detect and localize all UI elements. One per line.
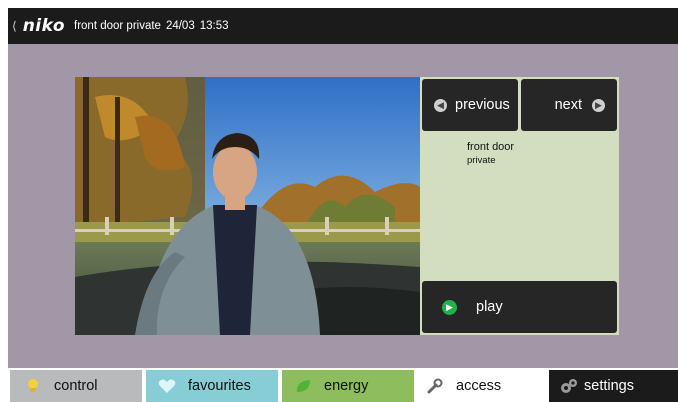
tab-access[interactable]: access bbox=[418, 370, 549, 402]
tab-energy-label: energy bbox=[324, 378, 369, 394]
tab-settings[interactable]: settings bbox=[549, 370, 678, 402]
tab-access-label: access bbox=[456, 378, 502, 394]
tab-favourites-label: favourites bbox=[188, 378, 251, 394]
camera-feed-picture bbox=[75, 77, 420, 335]
chevron-right-circle-icon: ▶ bbox=[592, 98, 605, 112]
tab-control-label: control bbox=[54, 378, 98, 394]
play-icon: ▶ bbox=[442, 299, 457, 315]
camera-name: front door bbox=[467, 141, 515, 153]
page-title: front door private bbox=[74, 20, 161, 32]
tab-settings-label: settings bbox=[584, 378, 634, 394]
tab-control[interactable]: control bbox=[10, 370, 142, 402]
next-button[interactable]: next ▶ bbox=[521, 79, 617, 131]
gears-icon bbox=[559, 377, 577, 395]
chevron-left-icon[interactable]: ⟨ bbox=[12, 19, 17, 33]
previous-label: previous bbox=[455, 97, 510, 113]
camera-feed-image bbox=[75, 77, 420, 335]
play-button[interactable]: ▶ play bbox=[422, 281, 617, 333]
heart-icon bbox=[158, 377, 176, 395]
niko-logo: niko bbox=[22, 16, 65, 36]
tab-energy[interactable]: energy bbox=[282, 370, 414, 402]
chevron-left-circle-icon: ◀ bbox=[434, 98, 447, 112]
top-bar: ⟨ niko front door private 24/03 13:53 bbox=[8, 8, 678, 44]
next-label: next bbox=[554, 97, 582, 113]
lightbulb-icon bbox=[24, 377, 42, 395]
time-display: 13:53 bbox=[199, 20, 229, 32]
wrench-icon bbox=[426, 377, 444, 395]
camera-subname: private bbox=[467, 155, 496, 166]
leaf-icon bbox=[294, 377, 312, 395]
date-display: 24/03 bbox=[165, 20, 195, 32]
previous-button[interactable]: ◀ previous bbox=[422, 79, 518, 131]
tab-favourites[interactable]: favourites bbox=[146, 370, 278, 402]
play-label: play bbox=[476, 299, 503, 315]
